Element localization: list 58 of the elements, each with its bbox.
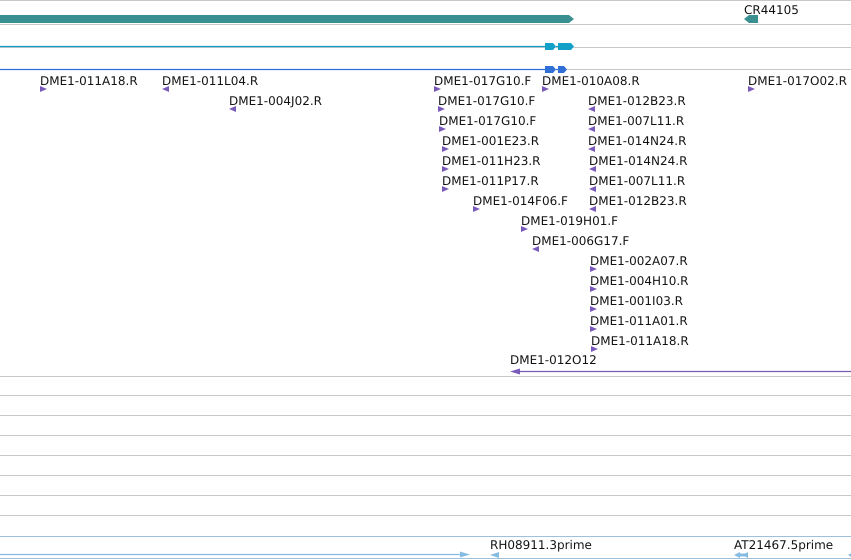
right-triangle-icon[interactable] (473, 206, 480, 212)
left-triangle-icon[interactable] (589, 166, 596, 172)
left-triangle-icon[interactable] (532, 246, 539, 252)
feature-label: DME1-017G10.F (439, 114, 536, 128)
feature-label: DME1-001I03.R (590, 294, 684, 308)
feature-label: DME1-012B23.R (589, 194, 687, 208)
feature-label: CR44105 (744, 3, 799, 17)
feature-label: DME1-002A07.R (590, 254, 688, 268)
feature-label: DME1-014N24.R (589, 154, 688, 168)
right-triangle-icon[interactable] (442, 166, 449, 172)
right-triangle-icon[interactable] (542, 86, 549, 92)
feature-label: DME1-012O12 (510, 353, 597, 367)
feature-label: DME1-007L11.R (588, 114, 684, 128)
feature-label: DME1-007L11.R (589, 174, 686, 188)
feature-label: DME1-001E23.R (442, 134, 540, 148)
right-triangle-icon[interactable] (442, 186, 449, 192)
arrow-line[interactable] (510, 368, 851, 375)
right-triangle-icon[interactable] (438, 106, 445, 112)
left-triangle-icon[interactable] (589, 186, 596, 192)
feature-label: DME1-011H23.R (442, 154, 540, 168)
left-triangle-icon[interactable] (162, 86, 169, 92)
right-triangle-icon[interactable] (521, 226, 528, 232)
left-triangle-icon[interactable] (588, 106, 595, 112)
right-triangle-icon[interactable] (590, 326, 597, 332)
feature-label: DME1-004J02.R (229, 94, 322, 108)
feature-label: DME1-019H01.F (521, 214, 618, 228)
feature-label: DME1-014F06.F (473, 194, 568, 208)
left-triangle-icon[interactable] (588, 146, 595, 152)
right-triangle-icon[interactable] (590, 286, 597, 292)
transcript-drawing[interactable] (0, 66, 567, 73)
left-triangle-icon[interactable] (229, 106, 236, 112)
right-triangle-icon[interactable] (590, 306, 597, 312)
right-triangle-icon[interactable] (434, 86, 441, 92)
feature-label: DME1-011P17.R (442, 174, 539, 188)
right-triangle-icon[interactable] (591, 346, 598, 352)
feature-label: DME1-006G17.F (532, 234, 630, 248)
feature-label: DME1-011A18.R (591, 334, 689, 348)
right-triangle-icon[interactable] (442, 146, 449, 152)
feature-label: AT21467.5prime (734, 538, 834, 552)
feature-label: DME1-011L04.R (162, 74, 258, 88)
left-triangle-icon[interactable] (589, 206, 596, 212)
right-triangle-icon[interactable] (748, 86, 755, 92)
feature-label: DME1-017G10.F (434, 74, 532, 88)
feature-label: DME1-017O02.R (748, 74, 847, 88)
feature-label: DME1-014N24.R (588, 134, 686, 148)
right-triangle-icon[interactable] (40, 86, 47, 92)
right-triangle-icon[interactable] (590, 266, 597, 272)
feature-label: DME1-012B23.R (588, 94, 686, 108)
feature-label: DME1-010A08.R (542, 74, 640, 88)
right-triangle-icon[interactable] (439, 126, 446, 132)
feature-label: RH08911.3prime (490, 538, 592, 552)
gene-bar[interactable] (744, 15, 758, 23)
feature-label: DME1-011A01.R (590, 314, 688, 328)
transcript-drawing[interactable] (0, 43, 574, 50)
feature-label: DME1-017G10.F (438, 94, 536, 108)
feature-label: DME1-004H10.R (590, 274, 688, 288)
feature-label: DME1-011A18.R (40, 74, 138, 88)
left-triangle-icon[interactable] (588, 126, 595, 132)
